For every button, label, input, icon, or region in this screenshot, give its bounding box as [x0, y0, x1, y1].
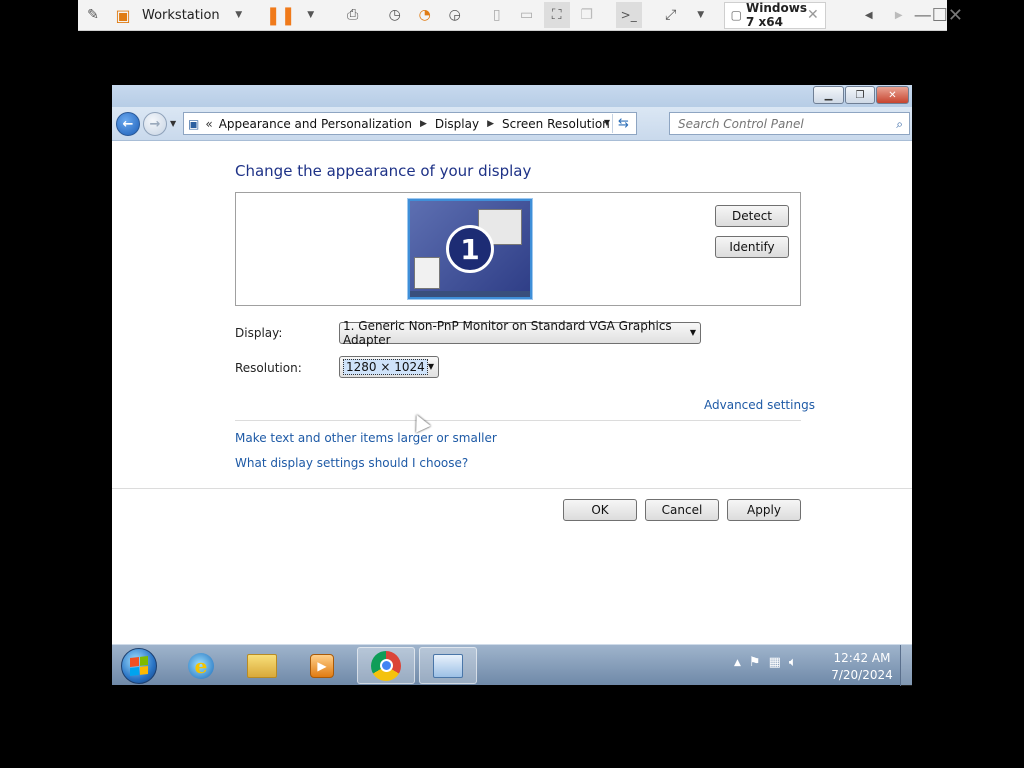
chevron-down-icon: ▼ — [689, 328, 696, 337]
taskbar: e ▶ ▲ ⚑ ▦ 🔈︎ 12:42 AM 7/20/2024 — [112, 644, 912, 686]
screen-resolution-panel: Change the appearance of your display 1 … — [112, 142, 912, 644]
taskbar-internet-explorer[interactable]: e — [172, 647, 230, 684]
ok-button[interactable]: OK — [563, 499, 637, 521]
divider — [112, 488, 912, 489]
close-window-icon[interactable]: ✕ — [948, 2, 963, 28]
forward-icon[interactable]: → — [143, 112, 167, 136]
overflow-chevron-icon[interactable]: « — [205, 117, 212, 131]
minimize-icon[interactable]: ▁ — [813, 86, 844, 104]
workstation-menu[interactable]: Workstation — [142, 8, 220, 23]
folder-icon — [247, 653, 277, 678]
notification-area: ▲ ⚑ ▦ 🔈︎ — [734, 655, 797, 670]
divider — [235, 420, 801, 421]
back-icon[interactable]: ← — [116, 112, 140, 136]
tab-right-icon[interactable]: ▶ — [886, 2, 912, 28]
monitor-number: 1 — [446, 225, 494, 273]
full-screen-icon[interactable]: ⛶ — [543, 2, 570, 28]
explorer-navbar: ← → ▼ ▣ « Appearance and Personalization… — [112, 107, 912, 141]
vm-icon: ▢ — [730, 8, 743, 22]
identify-button[interactable]: Identify — [715, 236, 789, 258]
search-input[interactable] — [678, 116, 878, 131]
sidebar-icon[interactable]: ▯ — [484, 2, 510, 28]
volume-icon[interactable]: 🔈︎ — [789, 655, 797, 670]
windows-logo-icon — [130, 656, 148, 676]
send-keys-icon[interactable]: ⎙ — [340, 2, 366, 28]
taskbar-thumbnail — [410, 291, 530, 297]
display-label: Display: — [235, 326, 283, 340]
console-icon[interactable]: >_ — [615, 2, 642, 28]
pin-icon[interactable]: ✎ — [80, 2, 106, 28]
pause-icon[interactable]: ❚❚ — [266, 2, 296, 28]
clock-date: 7/20/2024 — [831, 668, 893, 682]
help-link[interactable]: What display settings should I choose? — [235, 456, 468, 470]
recent-pages-icon[interactable]: ▼ — [170, 119, 176, 128]
breadcrumb-arrow-icon[interactable]: ▶ — [420, 119, 427, 129]
action-center-flag-icon[interactable]: ⚑ — [749, 655, 761, 670]
guest-screen: ▁ ❐ ✕ ← → ▼ ▣ « Appearance and Personali… — [112, 85, 912, 686]
chevron-down-icon[interactable]: ▼ — [298, 2, 324, 28]
vmware-toolbar: ✎ ▣ Workstation ▼ ❚❚ ▼ ⎙ ◷ ◔ ◶ ▯ ▭ ⛶ ❐ >… — [78, 0, 963, 31]
monitor-1-icon[interactable]: 1 — [408, 199, 532, 299]
tab-left-icon[interactable]: ◀ — [856, 2, 882, 28]
cancel-button[interactable]: Cancel — [645, 499, 719, 521]
resolution-label: Resolution: — [235, 361, 302, 375]
maximize-icon[interactable]: ☐ — [932, 2, 948, 28]
display-preview: 1 Detect Identify — [235, 192, 801, 306]
media-player-icon: ▶ — [310, 653, 334, 678]
thumbnail-bar-icon[interactable]: ▭ — [514, 2, 540, 28]
window-thumbnail-icon — [414, 257, 440, 289]
vm-tab[interactable]: ▢ Windows 7 x64 ✕ — [723, 1, 826, 29]
mouse-cursor-icon — [409, 411, 431, 433]
search-icon[interactable]: ⌕ — [896, 117, 903, 132]
refresh-icon[interactable]: ⇆ — [612, 114, 634, 133]
display-select[interactable]: 1. Generic Non-PnP Monitor on Standard V… — [339, 319, 701, 347]
start-button[interactable] — [121, 648, 157, 684]
chevron-down-icon[interactable]: ▼ — [688, 2, 714, 28]
page-title: Change the appearance of your display — [235, 162, 532, 180]
unity-icon[interactable]: ❐ — [574, 2, 600, 28]
vm-tab-title: Windows 7 x64 — [746, 1, 807, 29]
stretch-icon[interactable]: ⤢ — [658, 2, 684, 28]
breadcrumb-screen-resolution[interactable]: Screen Resolution — [502, 117, 610, 131]
network-icon[interactable]: ▦ — [769, 655, 781, 670]
system-clock[interactable]: 12:42 AM 7/20/2024 — [828, 650, 896, 684]
taskbar-media-player[interactable]: ▶ — [293, 647, 351, 684]
snapshot-manager-icon[interactable]: ◶ — [442, 2, 468, 28]
breadcrumb-display[interactable]: Display — [435, 117, 479, 131]
minimize-icon[interactable]: — — [914, 2, 932, 28]
search-box[interactable]: ⌕ — [669, 112, 910, 135]
advanced-settings-link[interactable]: Advanced settings — [704, 398, 815, 412]
display-select-value: 1. Generic Non-PnP Monitor on Standard V… — [343, 319, 672, 347]
close-icon[interactable]: ✕ — [807, 7, 819, 23]
control-panel-icon — [433, 653, 463, 678]
detect-button[interactable]: Detect — [715, 205, 789, 227]
chevron-down-icon[interactable]: ▼ — [604, 118, 610, 127]
apply-button[interactable]: Apply — [727, 499, 801, 521]
breadcrumb-arrow-icon[interactable]: ▶ — [487, 119, 494, 129]
show-hidden-icons-icon[interactable]: ▲ — [734, 658, 741, 668]
chrome-icon — [371, 650, 401, 681]
chevron-down-icon: ▼ — [427, 362, 434, 371]
clock-time: 12:42 AM — [833, 651, 891, 665]
snapshot-icon[interactable]: ◷ — [382, 2, 408, 28]
show-desktop-button[interactable] — [900, 645, 912, 686]
resolution-select[interactable]: 1280 × 1024 ▼ — [339, 356, 439, 378]
internet-explorer-icon: e — [188, 652, 214, 679]
taskbar-chrome[interactable] — [357, 647, 415, 684]
close-icon[interactable]: ✕ — [876, 86, 909, 104]
resolution-select-value: 1280 × 1024 — [343, 359, 428, 375]
taskbar-control-panel[interactable] — [419, 647, 477, 684]
control-panel-icon: ▣ — [188, 116, 200, 131]
text-size-link[interactable]: Make text and other items larger or smal… — [235, 431, 497, 445]
workstation-logo-icon: ▣ — [115, 5, 131, 25]
chevron-down-icon[interactable]: ▼ — [226, 2, 252, 28]
window-titlebar[interactable]: ▁ ❐ ✕ — [112, 85, 912, 107]
breadcrumb-appearance[interactable]: Appearance and Personalization — [219, 117, 412, 131]
restore-icon[interactable]: ❐ — [845, 86, 875, 104]
revert-snapshot-icon[interactable]: ◔ — [412, 2, 438, 28]
taskbar-windows-explorer[interactable] — [233, 647, 291, 684]
address-bar[interactable]: ▣ « Appearance and Personalization ▶ Dis… — [183, 112, 637, 135]
